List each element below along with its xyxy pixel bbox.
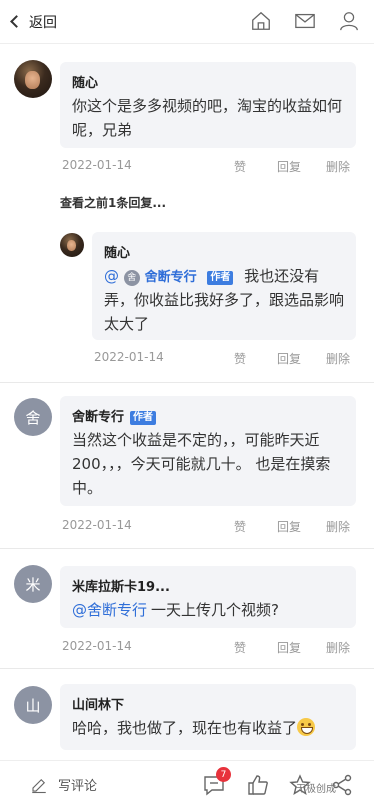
reply-text: 弄，你收益比我好多了，跟选品影响太大了 [104, 291, 345, 333]
write-comment-label: 写评论 [58, 779, 98, 794]
divider [0, 668, 374, 669]
delete-button[interactable]: 删除 [326, 639, 350, 656]
author-badge: 作者 [207, 271, 234, 285]
delete-button[interactable]: 删除 [326, 518, 350, 535]
comment-author-row: 舍断专行 作者 [72, 406, 157, 425]
comment-text: 你这个是多多视频的吧，淘宝的收益如何呢，兄弟 [72, 97, 343, 139]
mention-avatar: 舍 [123, 270, 140, 286]
comment-count-badge: 7 [216, 767, 231, 782]
delete-button[interactable]: 删除 [326, 158, 350, 175]
watermark: 无极创成 [296, 784, 336, 795]
comment-date: 2022-01-14 [62, 158, 132, 172]
back-button[interactable]: 返回 [10, 12, 57, 32]
write-comment-button[interactable]: 写评论 [30, 775, 97, 794]
avatar[interactable]: 米 [14, 565, 52, 603]
reply-text-first: @ 舍 舍断专行 作者 我也还没有 [104, 264, 352, 290]
mail-icon[interactable] [294, 10, 316, 36]
reply-button[interactable]: 回复 [277, 158, 301, 175]
mention-link[interactable]: @舍断专行 [72, 601, 147, 619]
top-bar: 返回 [0, 0, 374, 44]
more-replies-link[interactable]: 查看之前1条回复... [60, 194, 166, 211]
mention-prefix: @ [104, 267, 119, 285]
chevron-left-icon [10, 15, 23, 28]
comment-author[interactable]: 随心 [72, 72, 98, 91]
reply-button[interactable]: 回复 [277, 639, 301, 656]
delete-button[interactable]: 删除 [326, 350, 350, 367]
like-button[interactable]: 赞 [234, 639, 246, 656]
reply-date: 2022-01-14 [94, 350, 164, 364]
comment-text: 哈哈，我也做了，现在也有收益了 [72, 716, 352, 740]
home-icon[interactable] [250, 10, 272, 36]
comment-author[interactable]: 米库拉斯卡19... [72, 576, 170, 595]
avatar[interactable]: 山 [14, 686, 52, 724]
comment-text-body: 哈哈，我也做了，现在也有收益了 [72, 719, 298, 737]
like-button[interactable]: 赞 [234, 350, 246, 367]
divider [0, 382, 374, 383]
reply-text-start: 我也还没有 [244, 267, 320, 285]
comment-text-body: 一天上传几个视频? [151, 601, 279, 619]
reply-button[interactable]: 回复 [277, 518, 301, 535]
pencil-icon [32, 778, 46, 793]
avatar[interactable] [60, 233, 84, 257]
comment-author[interactable]: 山间林下 [72, 694, 124, 713]
divider [0, 548, 374, 549]
avatar[interactable] [14, 60, 52, 98]
comment-author[interactable]: 舍断专行 [72, 410, 124, 425]
comment-text: @舍断专行 一天上传几个视频? [72, 598, 352, 622]
like-button[interactable]: 赞 [234, 158, 246, 175]
grinning-emoji-icon [297, 718, 316, 736]
mention-name[interactable]: 舍断专行 [145, 270, 197, 285]
avatar[interactable]: 舍 [14, 398, 52, 436]
comment-date: 2022-01-14 [62, 639, 132, 653]
top-icons [250, 10, 360, 36]
like-button[interactable]: 赞 [234, 518, 246, 535]
back-label: 返回 [29, 14, 57, 31]
author-badge: 作者 [130, 411, 157, 425]
user-icon[interactable] [338, 10, 360, 36]
comment-date: 2022-01-14 [62, 518, 132, 532]
thumbs-up-icon[interactable] [246, 773, 270, 801]
reply-button[interactable]: 回复 [277, 350, 301, 367]
comment-text: 当然这个收益是不定的，，可能昨天近200，，，今天可能就几十。 也是在摸索中。 [72, 431, 331, 497]
reply-author[interactable]: 随心 [104, 242, 130, 261]
